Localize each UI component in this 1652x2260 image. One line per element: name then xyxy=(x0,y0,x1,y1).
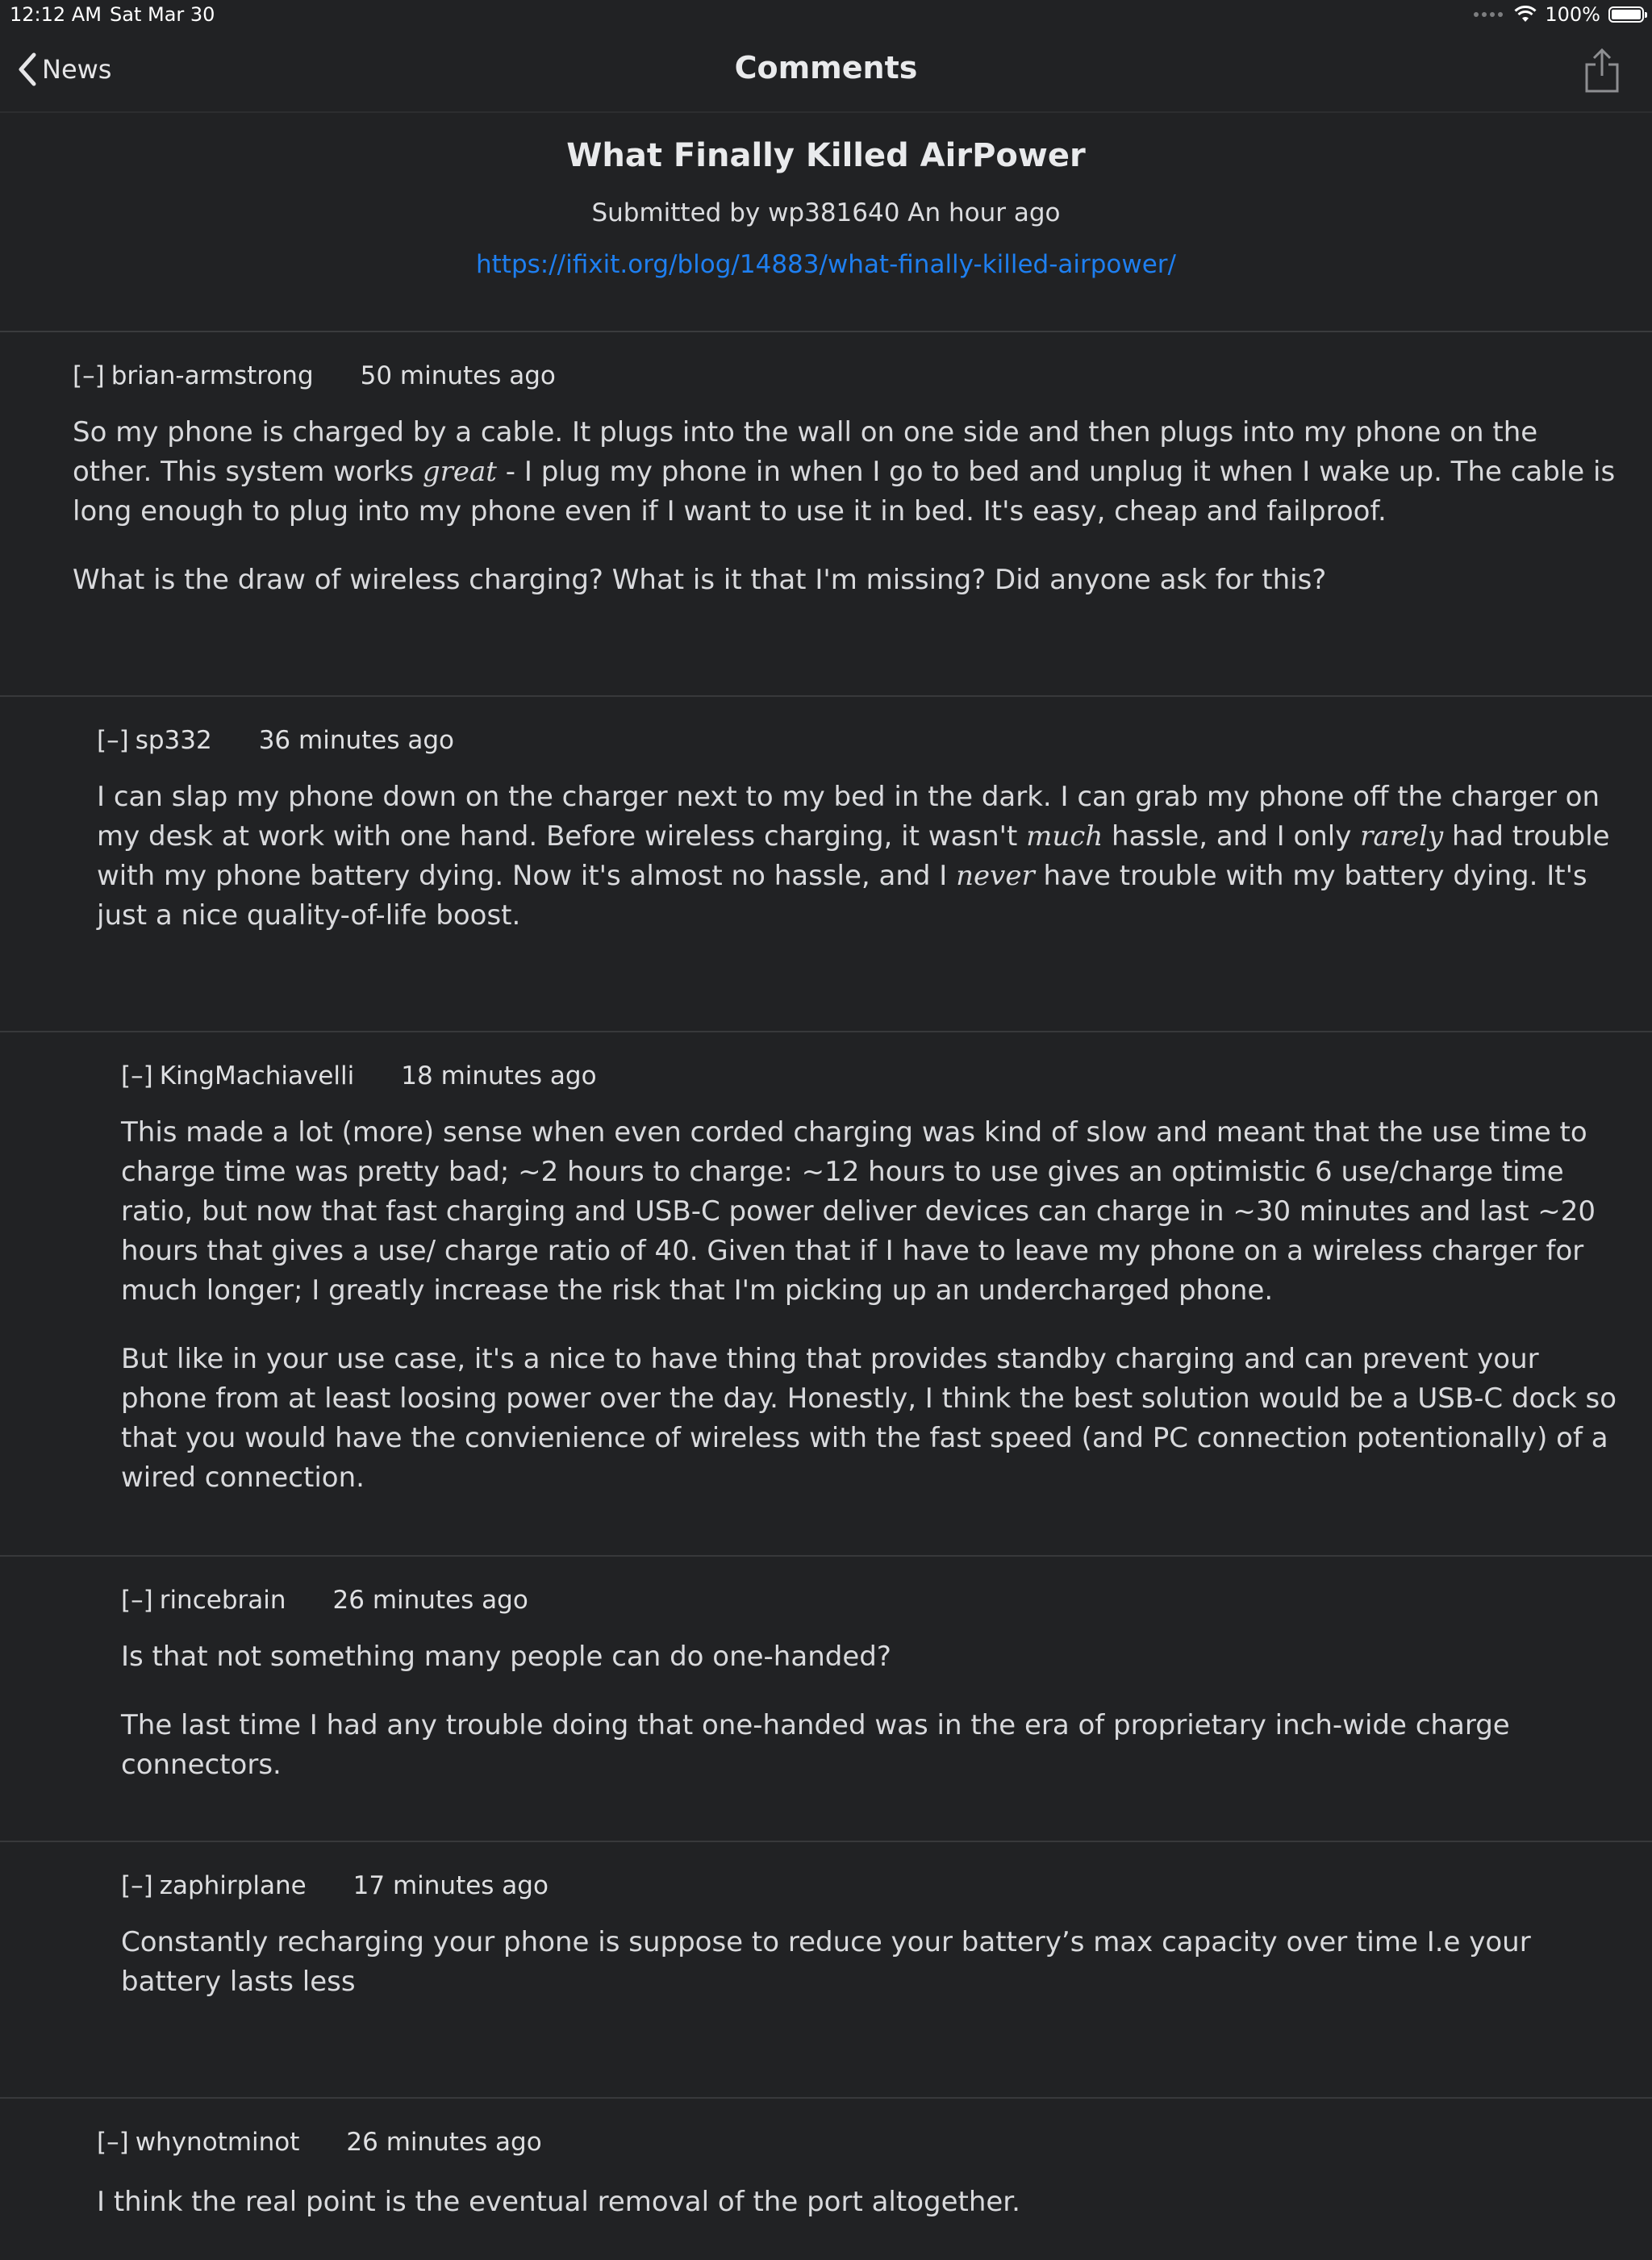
comment-body: Constantly recharging your phone is supp… xyxy=(121,1923,1628,2031)
article-title: What Finally Killed AirPower xyxy=(566,137,1086,174)
comment-time: 26 minutes ago xyxy=(332,1586,528,1615)
comment-paragraph: So my phone is charged by a cable. It pl… xyxy=(73,416,1616,527)
comment-paragraph: The last time I had any trouble doing th… xyxy=(121,1709,1510,1781)
collapse-toggle[interactable]: [–] xyxy=(121,1586,153,1615)
comment: [–] zaphirplane 17 minutes ago Constantly … xyxy=(0,1842,1652,2099)
wifi-icon xyxy=(1514,6,1537,22)
battery-icon xyxy=(1608,6,1647,23)
comment-header: [–] KingMachiavelli 18 minutes ago xyxy=(121,1061,597,1090)
article-link[interactable]: https://ifixit.org/blog/14883/what-final… xyxy=(0,250,1652,279)
collapse-toggle[interactable]: [–] xyxy=(97,2128,129,2157)
comment-paragraph: This made a lot (more) sense when even c… xyxy=(121,1116,1596,1307)
comment-header: [–] rincebrain 26 minutes ago xyxy=(121,1586,528,1615)
comment-paragraph: Constantly recharging your phone is supp… xyxy=(121,1926,1531,1998)
comment: [–] whynotminot 26 minutes ago I think the… xyxy=(0,2099,1652,2260)
comment-body: I can slap my phone down on the charger … xyxy=(97,778,1629,965)
comment-body: So my phone is charged by a cable. It pl… xyxy=(73,413,1621,629)
collapse-toggle[interactable]: [–] xyxy=(97,726,129,755)
comment-time: 36 minutes ago xyxy=(258,726,454,755)
comment-author[interactable]: brian-armstrong xyxy=(111,361,314,390)
comment-paragraph: What is the draw of wireless charging? W… xyxy=(73,564,1327,596)
comment-author[interactable]: zaphirplane xyxy=(160,1871,307,1900)
comment-author[interactable]: whynotminot xyxy=(136,2128,300,2157)
comment-paragraph: I can slap my phone down on the charger … xyxy=(97,781,1610,932)
comment: [–] brian-armstrong 50 minutes ago So my p… xyxy=(0,332,1652,697)
comment-header: [–] whynotminot 26 minutes ago xyxy=(97,2128,542,2157)
article-header: What Finally Killed AirPower Submitted b… xyxy=(0,113,1652,332)
status-right: 100% xyxy=(1474,3,1647,26)
comment: [–] KingMachiavelli 18 minutes ago This ma… xyxy=(0,1032,1652,1557)
navigation-bar: News Comments xyxy=(0,32,1652,113)
comment-time: 26 minutes ago xyxy=(346,2128,542,2157)
comment-author[interactable]: KingMachiavelli xyxy=(160,1061,355,1090)
status-bar: 12:12 AM Sat Mar 30 100% xyxy=(0,0,1652,32)
comment-time: 50 minutes ago xyxy=(360,361,556,390)
comment-paragraph: I think the real point is the eventual r… xyxy=(97,2186,1020,2218)
battery-percent: 100% xyxy=(1545,3,1600,26)
comment-author[interactable]: rincebrain xyxy=(160,1586,286,1615)
comment: [–] sp332 36 minutes ago I can slap my pho… xyxy=(0,697,1652,1032)
comment-author[interactable]: sp332 xyxy=(136,726,212,755)
collapse-toggle[interactable]: [–] xyxy=(121,1871,153,1900)
cellular-signal-icon xyxy=(1474,12,1504,17)
article-meta: Submitted by wp381640 An hour ago xyxy=(591,198,1061,227)
comment-header: [–] zaphirplane 17 minutes ago xyxy=(121,1871,549,1900)
collapse-toggle[interactable]: [–] xyxy=(73,361,105,390)
collapse-toggle[interactable]: [–] xyxy=(121,1061,153,1090)
status-time: 12:12 AM xyxy=(10,3,102,26)
comment-header: [–] sp332 36 minutes ago xyxy=(97,726,454,755)
comment-body: Is that not something many people can do… xyxy=(121,1637,1628,1814)
status-date: Sat Mar 30 xyxy=(110,3,215,26)
share-icon xyxy=(1585,48,1619,93)
comment-paragraph: Is that not something many people can do… xyxy=(121,1641,891,1673)
comment-paragraph: But like in your use case, it's a nice t… xyxy=(121,1343,1617,1494)
comment-header: [–] brian-armstrong 50 minutes ago xyxy=(73,361,556,390)
comment-time: 17 minutes ago xyxy=(353,1871,549,1900)
share-button[interactable] xyxy=(1584,48,1620,97)
comment-body: This made a lot (more) sense when even c… xyxy=(121,1113,1628,1527)
comment-time: 18 minutes ago xyxy=(401,1061,597,1090)
comment-body: I think the real point is the eventual r… xyxy=(97,2183,1629,2251)
comment: [–] rincebrain 26 minutes ago Is that not … xyxy=(0,1557,1652,1842)
nav-title: Comments xyxy=(734,50,918,85)
